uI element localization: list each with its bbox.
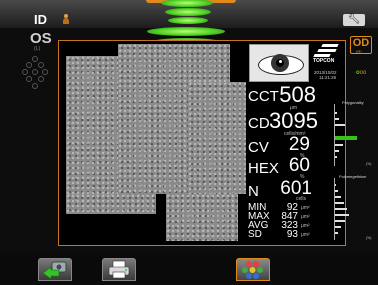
left-eye-fixation-dots-icon[interactable] (22, 56, 50, 92)
polygonality-percent-label: (%) (366, 162, 372, 166)
sd-label: SD (248, 229, 262, 240)
n-label: N (248, 183, 259, 200)
endothelium-image[interactable] (66, 44, 246, 241)
sd-unit: μm² (301, 232, 310, 238)
left-eye-button[interactable]: OS (30, 30, 52, 47)
sd-value: 93 (286, 229, 298, 240)
back-arrow-icon (42, 261, 67, 280)
left-eye-sublabel: (L) (34, 46, 41, 52)
min-unit: μm² (301, 205, 310, 211)
focus-chevron-icon (165, 8, 211, 16)
cell-analysis-button[interactable] (236, 258, 270, 281)
max-unit: μm² (301, 214, 310, 220)
settings-wrench-button[interactable]: 🔧︎ (343, 14, 365, 26)
patient-id-label[interactable]: ID (34, 12, 47, 27)
measurement-time: 11:21:26 (319, 75, 337, 80)
eye-preview-image[interactable] (249, 44, 309, 82)
polymegethism-title: Polymegethism (339, 174, 367, 179)
printer-icon (108, 260, 130, 279)
polymegethism-percent-label: (%) (366, 236, 372, 240)
cv-label: CV (248, 139, 269, 156)
focus-chevron-icon (147, 27, 225, 36)
back-button[interactable] (38, 258, 72, 281)
hex-value: 60 (288, 155, 310, 176)
hex-label: HEX (248, 160, 279, 177)
fixation-dots: oo (359, 70, 367, 76)
print-button[interactable] (102, 258, 136, 281)
focus-chevron-icon (168, 17, 208, 24)
right-eye-sublabel: (R) (356, 49, 362, 54)
avg-unit: μm² (301, 223, 310, 229)
cv-value: 29 (288, 134, 310, 155)
topcon-logo-icon (312, 44, 342, 58)
person-icon[interactable] (63, 14, 69, 24)
right-eye-fixation-indicator[interactable]: ooo (356, 70, 366, 76)
cell-analysis-icon (242, 261, 263, 279)
wrench-icon: 🔧︎ (347, 14, 361, 25)
measurement-datetime: 2013/10/02 11:21:26 (314, 70, 337, 80)
polygonality-title: Polygonality (342, 100, 364, 105)
brand-name: TOPCON (313, 58, 335, 64)
